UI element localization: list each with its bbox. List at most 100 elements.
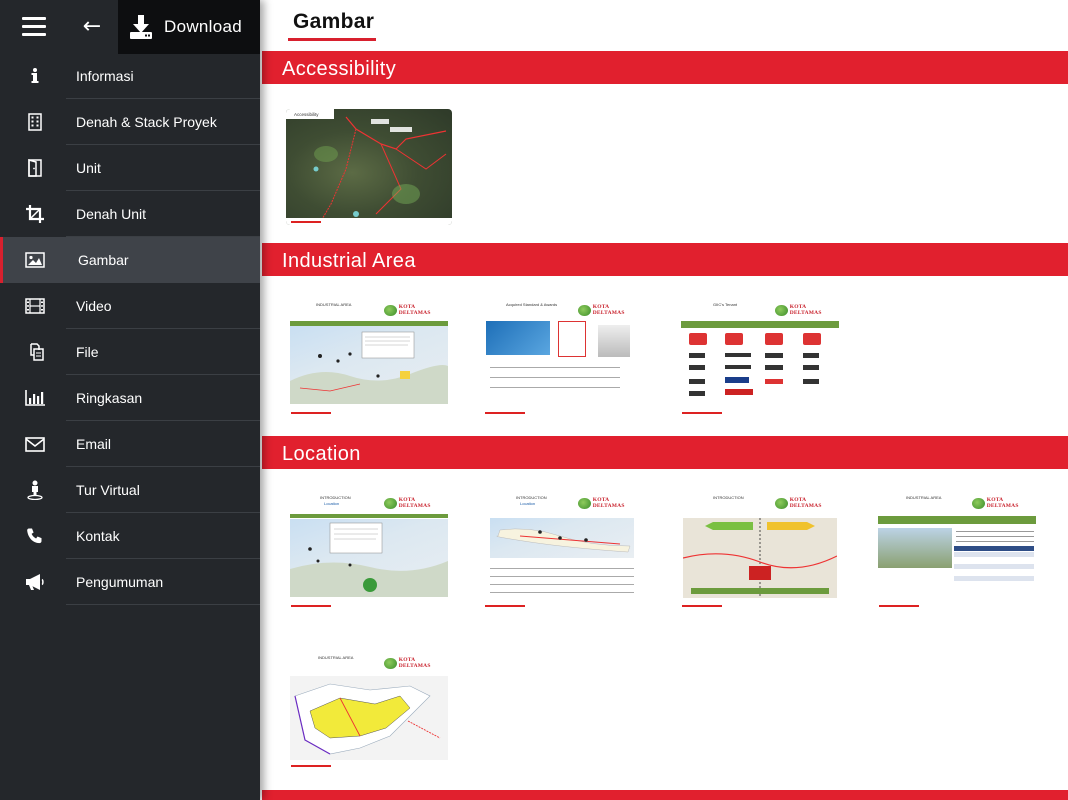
thumb-caption: GIIC's Tenant [713, 302, 738, 307]
info-icon [24, 66, 46, 86]
gallery-thumbnail[interactable]: INTRODUCTION Location KOTA DELTAMAS [480, 492, 646, 608]
copy-icon [24, 342, 46, 362]
gallery-thumbnail[interactable]: Acquired Standard & Awards KOTA DELTAMAS [480, 299, 646, 415]
thumb-banner [681, 321, 839, 328]
download-icon [130, 15, 152, 39]
thumb-banner [878, 516, 1036, 524]
logo-text: KOTA DELTAMAS [592, 497, 625, 509]
sidebar-item-informasi[interactable]: Informasi [0, 53, 260, 99]
site-plan-map [290, 676, 448, 760]
sidebar-item-label: Denah Unit [76, 206, 147, 222]
hamburger-menu-icon[interactable] [22, 17, 46, 37]
kota-deltamas-logo: KOTA DELTAMAS [384, 497, 444, 509]
thumb-caption: INDUSTRIAL AREA [316, 302, 352, 307]
section-header-industrial-area: Industrial Area [262, 243, 1068, 276]
building-icon [24, 112, 46, 132]
map-overlay [683, 518, 837, 598]
logo-text: KOTA DELTAMAS [398, 304, 431, 316]
thumb-subcaption: Location [520, 501, 536, 506]
download-label: Download [164, 17, 243, 36]
thumb-subcaption: Location [324, 501, 340, 506]
gallery-thumbnail[interactable]: INTRODUCTION KOTA DELTAMAS [677, 492, 843, 608]
thumb-banner [290, 514, 448, 518]
kota-deltamas-logo: KOTA DELTAMAS [775, 304, 835, 316]
kota-deltamas-logo: KOTA DELTAMAS [384, 304, 444, 316]
bullet-list [956, 528, 1034, 544]
iso-list [490, 361, 620, 391]
sidebar-item-denah-stack-proyek[interactable]: Denah & Stack Proyek [0, 99, 260, 145]
thumb-footer [677, 602, 843, 608]
gallery-thumbnail[interactable]: Accessibility [286, 109, 452, 225]
green-property-award [598, 325, 630, 357]
sidebar-item-label: Gambar [78, 252, 129, 268]
sidebar-item-kontak[interactable]: Kontak [0, 513, 260, 559]
thumb-footer [480, 409, 646, 415]
thumb-footer [480, 602, 646, 608]
thumb-footer [286, 409, 452, 415]
gallery-thumbnail[interactable]: INDUSTRIAL AREA KOTA DELTAMAS [874, 492, 1040, 608]
bullhorn-icon [24, 572, 46, 592]
sidebar-item-label: Email [76, 436, 112, 452]
section-header-location: Location [262, 436, 1068, 469]
film-icon [24, 296, 46, 316]
legend-list [490, 562, 634, 598]
sidebar-item-label: Ringkasan [76, 390, 143, 406]
logo-text: KOTA DELTAMAS [789, 497, 822, 509]
phone-icon [24, 526, 46, 546]
gallery-thumbnail[interactable]: INDUSTRIAL AREA KOTA DELTAMAS [286, 652, 452, 768]
certificate-image [558, 321, 586, 357]
data-table [954, 546, 1034, 596]
page-title: Gambar [293, 10, 375, 33]
sidebar-topbar: ← Download [0, 0, 260, 54]
kota-deltamas-logo: KOTA DELTAMAS [578, 497, 638, 509]
thumb-caption: INDUSTRIAL AREA [318, 655, 354, 660]
gallery-thumbnail[interactable]: INDUSTRIAL AREA KOTA DELTAMAS [286, 299, 452, 415]
envelope-icon [24, 434, 46, 454]
thumb-caption: INDUSTRIAL AREA [906, 495, 942, 500]
sidebar-item-denah-unit[interactable]: Denah Unit [0, 191, 260, 237]
sidebar-item-label: Kontak [76, 528, 120, 544]
app: ← Download Informasi Denah & Stack Proye… [0, 0, 1068, 800]
title-underline [288, 38, 376, 41]
main-content: Gambar Accessibility Accessibility Indus… [260, 0, 1068, 800]
sidebar-item-gambar[interactable]: Gambar [0, 237, 260, 283]
section-header-accessibility: Accessibility [262, 51, 1068, 84]
crop-icon [24, 204, 46, 224]
sidebar-item-tur-virtual[interactable]: Tur Virtual [0, 467, 260, 513]
thumb-footer [874, 602, 1040, 608]
download-button[interactable]: Download [118, 0, 260, 54]
bar-chart-icon [24, 388, 46, 408]
sidebar-item-ringkasan[interactable]: Ringkasan [0, 375, 260, 421]
sidebar-item-label: Denah & Stack Proyek [76, 114, 217, 130]
sidebar-item-label: Pengumuman [76, 574, 164, 590]
image-icon [24, 250, 46, 270]
sidebar-item-pengumuman[interactable]: Pengumuman [0, 559, 260, 605]
gallery-thumbnail[interactable]: INTRODUCTION Location KOTA DELTAMAS [286, 492, 452, 608]
logo-text: KOTA DELTAMAS [398, 657, 431, 669]
kota-deltamas-logo: KOTA DELTAMAS [384, 657, 444, 669]
sidebar-item-label: File [76, 344, 99, 360]
door-icon [24, 158, 46, 178]
sidebar-item-email[interactable]: Email [0, 421, 260, 467]
sidebar-item-label: Informasi [76, 68, 134, 84]
location-photo [878, 528, 952, 568]
thumb-caption: INTRODUCTION [516, 495, 547, 500]
sidebar-item-video[interactable]: Video [0, 283, 260, 329]
sidebar: ← Download Informasi Denah & Stack Proye… [0, 0, 260, 800]
map-overlay [496, 528, 631, 553]
back-arrow-icon[interactable]: ← [80, 14, 104, 40]
tenant-logos [689, 333, 821, 396]
sidebar-item-label: Unit [76, 160, 101, 176]
gallery-thumbnail[interactable]: GIIC's Tenant KOTA DELTAMAS [677, 299, 843, 415]
sidebar-item-label: Tur Virtual [76, 482, 140, 498]
logo-text: KOTA DELTAMAS [592, 304, 625, 316]
kota-deltamas-logo: KOTA DELTAMAS [578, 304, 638, 316]
thumb-caption: INTRODUCTION [320, 495, 351, 500]
sidebar-menu: Informasi Denah & Stack Proyek Unit Dena… [0, 53, 260, 605]
section-header-next [262, 790, 1068, 800]
map-overlay [290, 331, 448, 404]
route-overlay [313, 116, 447, 222]
kota-deltamas-logo: KOTA DELTAMAS [775, 497, 835, 509]
sidebar-item-unit[interactable]: Unit [0, 145, 260, 191]
sidebar-item-file[interactable]: File [0, 329, 260, 375]
